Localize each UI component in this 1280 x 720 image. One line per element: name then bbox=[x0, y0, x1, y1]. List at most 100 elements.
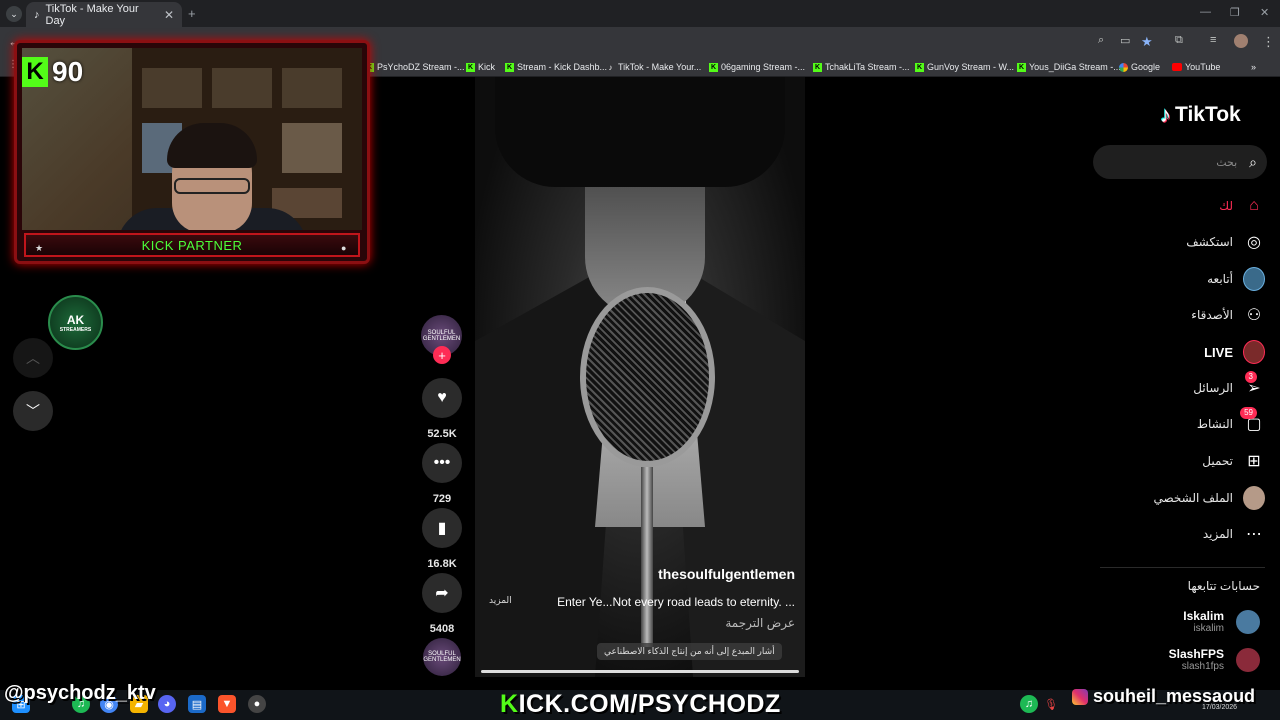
star-icon: ★ bbox=[35, 243, 44, 253]
zoom-icon[interactable]: ⌕ bbox=[1098, 34, 1104, 47]
tiktok-icon: ♪ bbox=[1160, 102, 1171, 127]
streamer-handle-left: @psychodz_ktv bbox=[4, 682, 156, 704]
kick-count: 90 bbox=[52, 56, 84, 87]
profile-avatar-icon bbox=[1243, 486, 1265, 510]
kick-follower-counter: K 90 bbox=[22, 56, 83, 88]
nav-following[interactable]: أتابعه bbox=[1100, 266, 1265, 292]
kick-icon: K bbox=[466, 62, 475, 72]
see-translation-link[interactable]: عرض الترجمة bbox=[600, 616, 795, 630]
bookmark-item[interactable]: K Stream - Kick Dashb... bbox=[505, 60, 607, 74]
close-window-icon[interactable]: ✕ bbox=[1260, 6, 1269, 19]
tiktok-icon: ♪ bbox=[608, 62, 613, 72]
app-icon[interactable]: ▤ bbox=[188, 695, 206, 713]
comment-action[interactable]: ••• 729 bbox=[421, 443, 463, 505]
creator-name[interactable]: thesoulfulgentlemen bbox=[560, 566, 795, 582]
close-tab-icon[interactable]: ✕ bbox=[164, 8, 174, 22]
kick-partner-banner: KICK PARTNER bbox=[24, 233, 360, 257]
google-icon bbox=[1119, 62, 1128, 72]
nav-messages[interactable]: الرسائل ➢ 3 bbox=[1100, 371, 1265, 401]
video-player[interactable] bbox=[475, 77, 805, 677]
nav-activity[interactable]: النشاط ▢ 59 bbox=[1100, 407, 1265, 437]
bookmark-item[interactable]: K TchakLiTa Stream -... bbox=[813, 60, 910, 74]
sound-avatar[interactable]: SOULFUL GENTLEMEN bbox=[423, 638, 461, 676]
previous-video-button[interactable]: ︿ bbox=[13, 338, 53, 378]
bookmark-icon[interactable]: ▮ bbox=[422, 508, 462, 548]
kick-icon: K bbox=[1017, 62, 1026, 72]
caption-more-link[interactable]: المزيد bbox=[489, 595, 512, 606]
bookmark-item[interactable]: KPsYchoDZ Stream -... bbox=[365, 60, 465, 74]
mic-tray-icon[interactable]: 🎙 bbox=[1042, 695, 1060, 713]
reading-list-icon[interactable]: ≡ bbox=[1210, 34, 1216, 46]
nav-explore[interactable]: استكشف ◎ bbox=[1100, 229, 1265, 255]
following-account[interactable]: Iskalim iskalim bbox=[1100, 609, 1260, 634]
ak-streamers-logo: AK STREAMERS bbox=[48, 295, 103, 350]
instagram-icon bbox=[1072, 688, 1088, 705]
tiktok-icon: ♪ bbox=[34, 8, 40, 21]
brave-icon[interactable]: ▼ bbox=[218, 695, 236, 713]
video-caption: Enter Ye...Not every road leads to etern… bbox=[557, 595, 795, 609]
share-action[interactable]: ➦ 5408 bbox=[421, 573, 463, 635]
nav-friends[interactable]: الأصدقاء ⚇ bbox=[1100, 302, 1265, 328]
profile-avatar[interactable] bbox=[1234, 34, 1248, 48]
follow-button[interactable]: + bbox=[433, 346, 451, 364]
bookmark-item[interactable]: K 06gaming Stream -... bbox=[709, 60, 805, 74]
bookmark-item[interactable]: K Kick bbox=[466, 60, 495, 74]
browser-tab[interactable]: ♪ TikTok - Make Your Day ✕ bbox=[26, 2, 182, 27]
following-account[interactable]: SlashFPS slash1fps bbox=[1100, 647, 1260, 672]
cast-icon[interactable]: ▭ bbox=[1120, 34, 1130, 47]
comment-icon[interactable]: ••• bbox=[422, 443, 462, 483]
kick-channel-url: K ICK.COM/PSYCHODZ bbox=[500, 690, 781, 718]
activity-badge: 59 bbox=[1240, 407, 1257, 419]
more-icon: ⋯ bbox=[1246, 526, 1262, 543]
search-input[interactable]: بحث ⌕ bbox=[1093, 145, 1267, 179]
nav-live[interactable]: LIVE bbox=[1100, 339, 1265, 365]
inbox-icon: ▢ 59 bbox=[1240, 407, 1265, 435]
kick-icon: K bbox=[813, 62, 822, 72]
comment-count: 729 bbox=[432, 493, 452, 505]
bookmark-item[interactable]: K GunVoy Stream - W... bbox=[915, 60, 1014, 74]
bookmark-star-icon[interactable]: ★ bbox=[1141, 34, 1153, 50]
save-count: 16.8K bbox=[427, 558, 457, 570]
share-icon[interactable]: ➦ bbox=[422, 573, 462, 613]
nav-profile[interactable]: الملف الشخصي bbox=[1100, 485, 1265, 511]
tab-title: TikTok - Make Your Day bbox=[45, 2, 139, 27]
kick-icon: K bbox=[709, 62, 718, 72]
kick-icon: K bbox=[505, 62, 514, 72]
compass-icon: ◎ bbox=[1247, 234, 1261, 251]
nav-upload[interactable]: تحميل ⊞ bbox=[1100, 448, 1265, 474]
heart-icon[interactable]: ♥ bbox=[422, 378, 462, 418]
save-action[interactable]: ▮ 16.8K bbox=[421, 508, 463, 570]
account-avatar bbox=[1236, 609, 1260, 634]
nav-more[interactable]: المزيد ⋯ bbox=[1100, 521, 1265, 547]
minimize-icon[interactable]: — bbox=[1200, 6, 1211, 18]
discord-icon[interactable]: ◕ bbox=[158, 695, 176, 713]
following-avatar-icon bbox=[1243, 267, 1265, 291]
obs-icon[interactable]: ● bbox=[248, 695, 266, 713]
bookmark-item[interactable]: Google bbox=[1119, 60, 1160, 74]
live-avatar-icon bbox=[1243, 340, 1265, 364]
menu-icon[interactable]: ⋮ bbox=[1262, 34, 1275, 50]
taskbar-date: 17/03/2026 bbox=[1202, 704, 1238, 711]
youtube-icon bbox=[1172, 63, 1182, 71]
home-icon: ⌂ bbox=[1249, 197, 1259, 214]
share-count: 5408 bbox=[429, 623, 455, 635]
nav-for-you[interactable]: لك ⌂ bbox=[1100, 193, 1265, 219]
new-tab-icon[interactable]: + bbox=[188, 6, 196, 21]
send-icon: ➢ 3 bbox=[1243, 371, 1265, 399]
tiktok-logo[interactable]: ♪ TikTok bbox=[1160, 102, 1241, 128]
bookmark-item[interactable]: K Yous_DiiGa Stream -... bbox=[1017, 60, 1121, 74]
next-video-button[interactable]: ﹀ bbox=[13, 391, 53, 431]
user-icon: ● bbox=[341, 243, 347, 253]
video-progress-bar[interactable] bbox=[481, 670, 799, 673]
bookmark-item[interactable]: ♪ TikTok - Make Your... bbox=[606, 60, 702, 74]
like-action[interactable]: ♥ 52.5K bbox=[421, 378, 463, 440]
tab-search-icon[interactable]: ⌄ bbox=[6, 6, 22, 22]
bookmark-item[interactable]: YouTube bbox=[1172, 60, 1220, 74]
spotify-tray-icon[interactable]: ♫ bbox=[1020, 695, 1038, 713]
maximize-icon[interactable]: ❐ bbox=[1230, 6, 1240, 19]
search-icon[interactable]: ⌕ bbox=[1249, 154, 1257, 171]
extensions-icon[interactable]: ⧉ bbox=[1175, 34, 1183, 47]
kick-icon: K bbox=[915, 62, 924, 72]
upload-icon: ⊞ bbox=[1247, 453, 1261, 470]
more-bookmarks-icon[interactable]: » bbox=[1251, 60, 1256, 74]
